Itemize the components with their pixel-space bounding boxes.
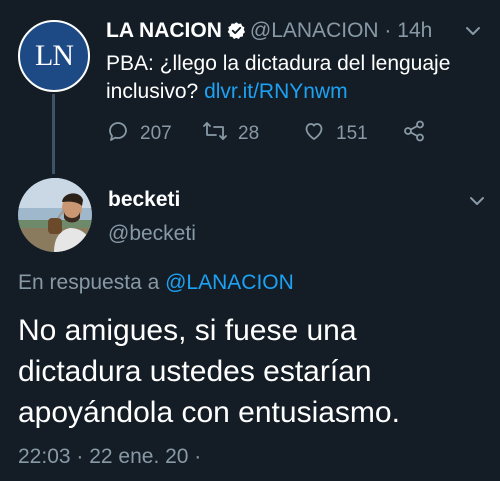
tweet1-text-block: PBA: ¿llego la dictadura del lenguaje in… bbox=[106, 50, 486, 106]
like-icon bbox=[302, 119, 336, 149]
share-button[interactable] bbox=[402, 120, 436, 148]
becketi-avatar[interactable] bbox=[18, 178, 92, 252]
tweet2-author-name[interactable]: becketi bbox=[108, 188, 180, 212]
tweet1-actions: 207 28 151 bbox=[106, 120, 436, 148]
share-icon bbox=[402, 119, 436, 149]
tweet1-author-name[interactable]: LA NACION bbox=[106, 19, 222, 42]
thread-connector-line bbox=[52, 94, 55, 174]
like-count: 151 bbox=[336, 123, 368, 144]
retweet-count: 28 bbox=[238, 123, 260, 144]
reply-prefix: En respuesta a bbox=[18, 271, 160, 294]
like-button[interactable]: 151 bbox=[302, 120, 368, 148]
chevron-down-icon[interactable] bbox=[464, 24, 482, 38]
reply-count: 207 bbox=[140, 123, 172, 144]
reply-context: En respuesta a @LANACION bbox=[18, 271, 294, 295]
chevron-down-icon[interactable] bbox=[468, 194, 486, 208]
lanacion-avatar[interactable]: LN bbox=[18, 20, 90, 92]
retweet-icon bbox=[202, 119, 238, 149]
lanacion-avatar-logo: LN bbox=[35, 39, 74, 72]
verified-icon bbox=[227, 21, 246, 47]
retweet-button[interactable]: 28 bbox=[202, 120, 259, 148]
tweet1-handle[interactable]: @LANACION bbox=[250, 19, 379, 42]
tweet1-link[interactable]: dlvr.it/RNYnwm bbox=[204, 80, 348, 103]
tweet1-time[interactable]: 14h bbox=[397, 19, 432, 42]
reply-handle-link[interactable]: @LANACION bbox=[165, 271, 294, 294]
tweet2-timestamp[interactable]: 22:03 · 22 ene. 20 · bbox=[18, 445, 201, 469]
tweet2-text: No amigues, si fuese una dictadura usted… bbox=[18, 314, 400, 429]
tweet1-header: LA NACION @LANACION · 14h bbox=[106, 18, 432, 47]
tweet2-handle[interactable]: @becketi bbox=[108, 222, 196, 246]
reply-icon bbox=[106, 119, 140, 149]
tweet1-separator: · bbox=[384, 19, 392, 42]
reply-button[interactable]: 207 bbox=[106, 120, 172, 148]
